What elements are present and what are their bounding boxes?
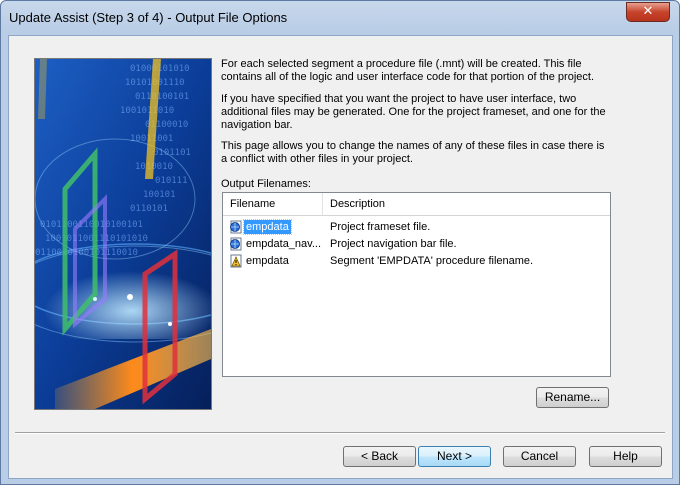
description-paragraph-1: For each selected segment a procedure fi… xyxy=(221,58,595,83)
filename-cell[interactable]: empdata_nav... xyxy=(244,237,323,251)
description-paragraph-3: This page allows you to change the names… xyxy=(221,140,605,165)
filename-cell[interactable]: empdata xyxy=(244,254,291,268)
svg-text:0110100101: 0110100101 xyxy=(135,92,189,102)
description-cell: Segment 'EMPDATA' procedure filename. xyxy=(330,255,534,267)
procedure-file-icon xyxy=(229,254,243,268)
window-title: Update Assist (Step 3 of 4) - Output Fil… xyxy=(9,10,288,25)
list-header: Filename Description xyxy=(223,193,610,216)
list-row[interactable]: empdata Segment 'EMPDATA' procedure file… xyxy=(223,253,610,270)
rename-button[interactable]: Rename... xyxy=(536,387,609,408)
close-icon: ✕ xyxy=(642,4,654,19)
description-paragraph-2: If you have specified that you want the … xyxy=(221,93,606,131)
output-filenames-label: Output Filenames: xyxy=(221,178,311,190)
help-button[interactable]: Help xyxy=(589,446,662,467)
wizard-banner-image: 01000101010 10101001110 0110100101 10010… xyxy=(34,58,212,410)
cancel-button[interactable]: Cancel xyxy=(503,446,576,467)
column-header-description[interactable]: Description xyxy=(323,193,610,215)
back-button[interactable]: < Back xyxy=(343,446,416,467)
web-file-icon xyxy=(229,220,243,234)
button-separator xyxy=(15,432,665,434)
svg-text:0110101: 0110101 xyxy=(130,204,168,214)
filename-cell[interactable]: empdata xyxy=(243,219,292,235)
dialog-window: Update Assist (Step 3 of 4) - Output Fil… xyxy=(0,0,680,485)
column-header-filename[interactable]: Filename xyxy=(223,193,323,215)
svg-text:100101: 100101 xyxy=(143,190,176,200)
description-cell: Project navigation bar file. xyxy=(330,238,457,250)
svg-text:0101100110010100101: 0101100110010100101 xyxy=(40,220,143,230)
web-file-icon xyxy=(229,237,243,251)
svg-text:010111: 010111 xyxy=(155,176,188,186)
title-bar[interactable]: Update Assist (Step 3 of 4) - Output Fil… xyxy=(1,1,679,35)
output-filenames-list[interactable]: Filename Description empdata Project fra… xyxy=(222,192,611,377)
list-row[interactable]: empdata Project frameset file. xyxy=(223,219,610,236)
description-cell: Project frameset file. xyxy=(330,221,431,233)
close-button[interactable]: ✕ xyxy=(626,2,670,22)
dialog-client-area: 01000101010 10101001110 0110100101 10010… xyxy=(8,35,673,479)
list-row[interactable]: empdata_nav... Project navigation bar fi… xyxy=(223,236,610,253)
next-button[interactable]: Next > xyxy=(418,446,491,467)
svg-text:1001011010: 1001011010 xyxy=(120,106,174,116)
